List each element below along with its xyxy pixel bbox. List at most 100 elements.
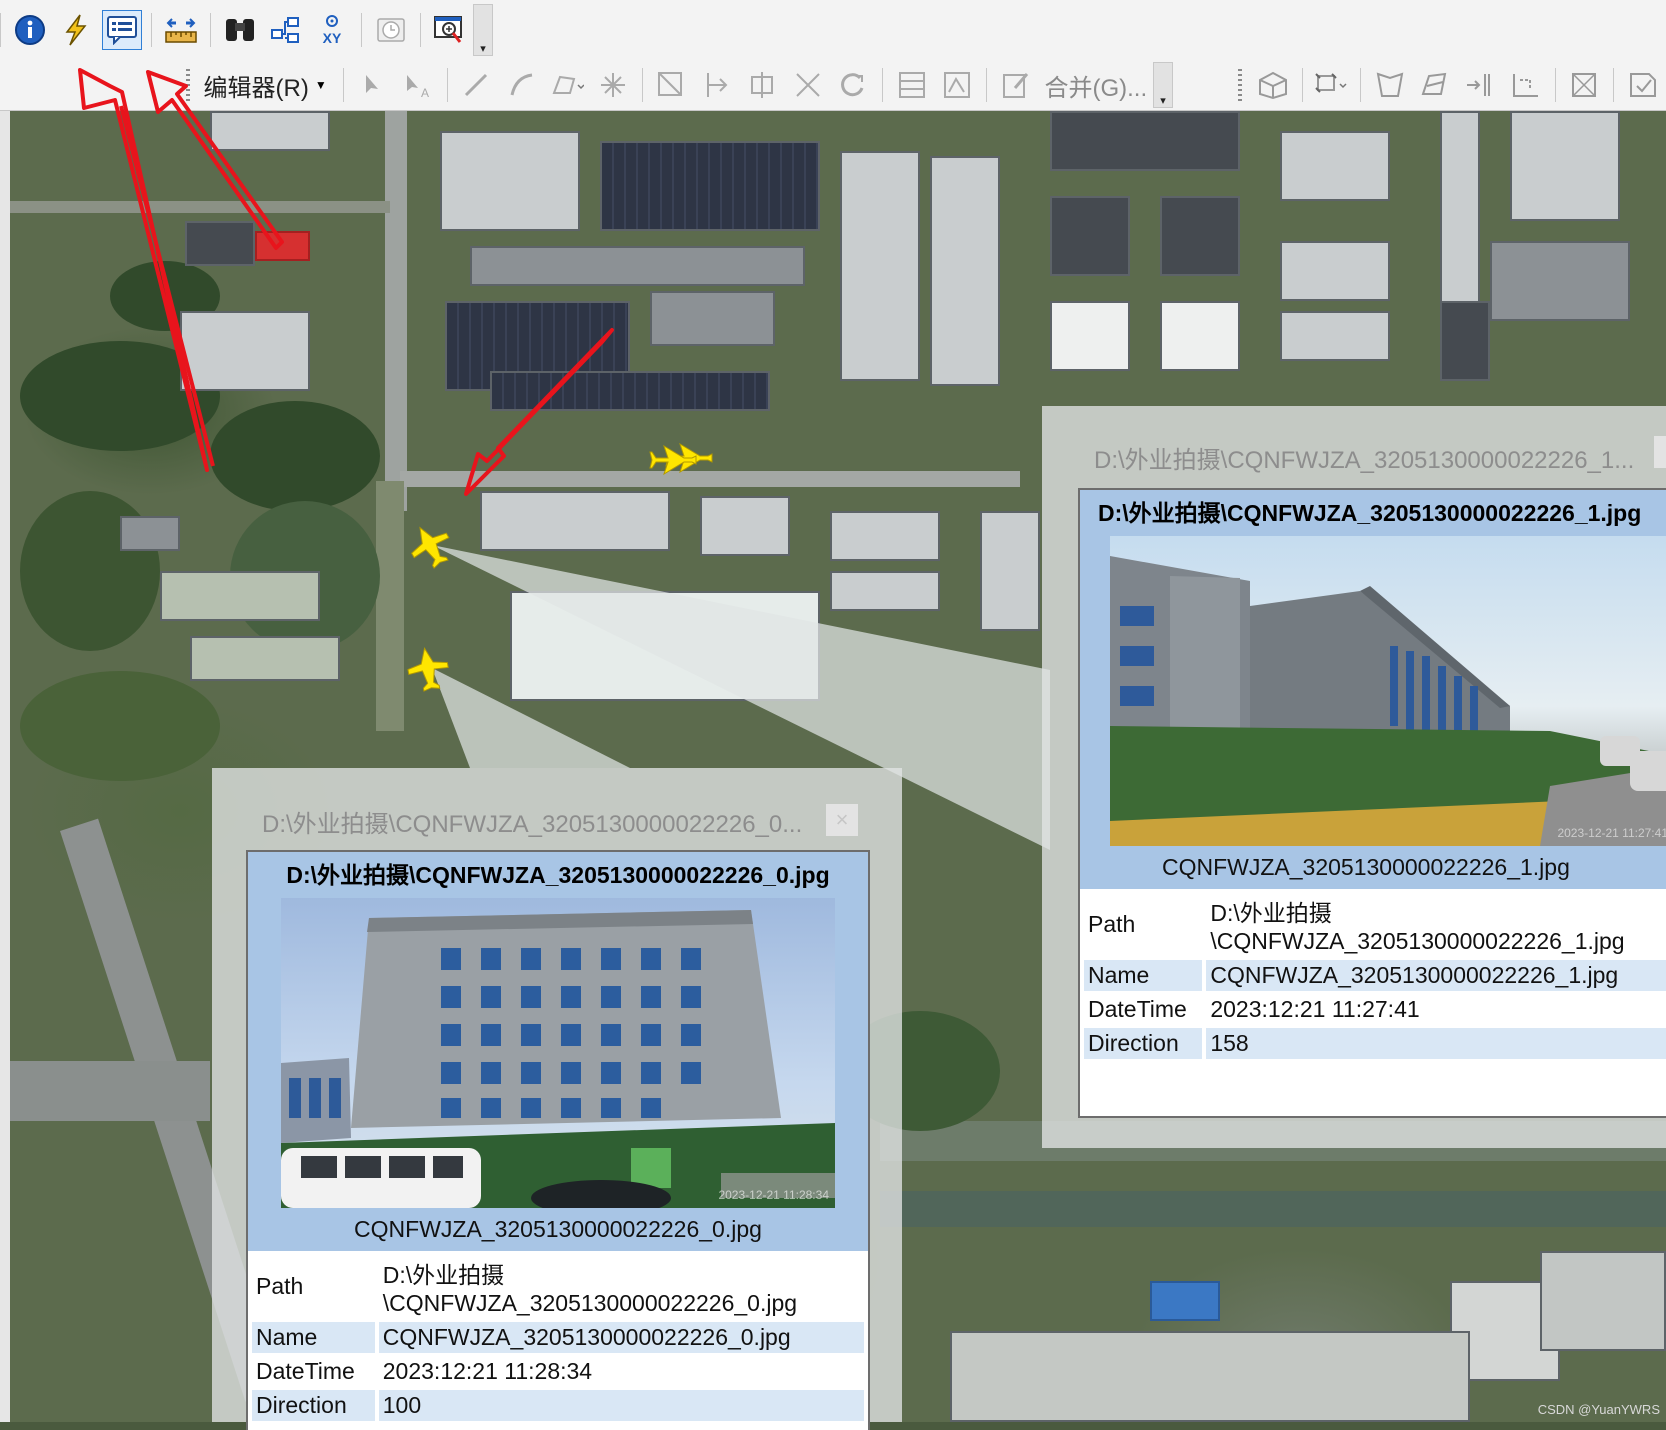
toolbar-grip[interactable] — [1238, 69, 1243, 101]
popup-title[interactable]: D:\外业拍摄\CQNFWJZA_3205130000022226_0... — [262, 804, 822, 839]
building — [1050, 196, 1130, 276]
building — [190, 636, 340, 681]
measure-icon — [165, 18, 197, 43]
chevron-down-icon: ▼ — [314, 78, 327, 92]
topology-edit-tool-button[interactable] — [1312, 65, 1351, 105]
building — [980, 511, 1040, 631]
building — [255, 231, 310, 261]
toolbar-separator — [985, 68, 987, 102]
modify-edge-icon — [1466, 74, 1490, 96]
topology-cube-icon — [1258, 71, 1287, 100]
building — [650, 291, 775, 346]
point-tool-button[interactable] — [593, 65, 632, 105]
find-binoculars-icon — [226, 19, 254, 41]
photo-popup-window-1[interactable]: D:\外业拍摄\CQNFWJZA_3205130000022226_1... D… — [1042, 406, 1666, 1148]
attribute-key: Direction — [252, 1390, 375, 1421]
create-features-button[interactable] — [996, 65, 1035, 105]
edit-tool-button[interactable] — [353, 65, 392, 105]
toolbar-separator — [446, 68, 448, 102]
reshape-edge-button[interactable] — [1415, 65, 1454, 105]
building — [120, 516, 180, 551]
editor-toolbar-overflow-button[interactable]: ▾ — [1153, 62, 1173, 108]
path-line-2: \CQNFWJZA_3205130000022226_1.jpg — [1210, 928, 1625, 954]
building — [830, 571, 940, 611]
split-button[interactable] — [697, 65, 736, 105]
straight-segment-button[interactable] — [457, 65, 496, 105]
toolbar-overflow-button[interactable]: ▾ — [473, 4, 493, 56]
building — [930, 156, 1000, 386]
attributes-button[interactable] — [892, 65, 931, 105]
measure-button[interactable] — [161, 10, 201, 50]
building — [1150, 1281, 1220, 1321]
field-photo[interactable]: 2023-12-21 11:27:41 — [1110, 536, 1666, 846]
time-slider-button[interactable] — [371, 10, 411, 50]
magnifier-window-button[interactable] — [430, 10, 470, 50]
rotate-icon — [841, 73, 864, 97]
toolbar-separator — [1613, 68, 1615, 102]
svg-text:XY: XY — [323, 30, 342, 46]
magnifier-window-icon — [434, 16, 462, 43]
time-slider-icon — [377, 18, 405, 42]
attribute-value: D:\外业拍摄 \CQNFWJZA_3205130000022226_0.jpg — [379, 1254, 864, 1319]
error-inspector-button[interactable] — [1623, 65, 1662, 105]
tree-canopy — [20, 491, 160, 651]
find-button[interactable] — [220, 10, 260, 50]
identify-info-button[interactable] — [10, 10, 50, 50]
building — [1050, 111, 1240, 171]
topology-button[interactable] — [1253, 65, 1292, 105]
building — [1160, 301, 1240, 371]
field-photo[interactable]: 2023-12-21 11:28:34 — [281, 898, 835, 1208]
photo-timestamp: 2023-12-21 11:27:41 — [1557, 826, 1666, 840]
validate-topology-button[interactable] — [1565, 65, 1604, 105]
construction-tools-button[interactable] — [548, 65, 587, 105]
path-line-1: D:\外业拍摄 — [1210, 900, 1332, 926]
building — [950, 1331, 1470, 1422]
sketch-properties-icon — [944, 72, 971, 98]
line-icon — [465, 73, 488, 97]
cut-icon — [751, 72, 774, 98]
edit-annotation-button[interactable]: A — [398, 65, 437, 105]
toolbar-separator — [420, 13, 421, 47]
reshape-edge-icon — [1421, 72, 1447, 95]
building — [1440, 301, 1490, 381]
road — [385, 111, 407, 511]
table-row: DateTime 2023:12:21 11:27:41 — [1084, 994, 1666, 1025]
toolbar-separator — [882, 68, 884, 102]
html-popup-icon — [107, 16, 137, 45]
align-edge-button[interactable] — [1506, 65, 1545, 105]
table-row: Direction 158 — [1084, 1028, 1666, 1059]
attribute-key: Name — [1084, 960, 1203, 991]
rotate-button[interactable] — [834, 65, 873, 105]
toolbar-grip[interactable] — [185, 69, 190, 101]
building — [1160, 196, 1240, 276]
popup-content: D:\外业拍摄\CQNFWJZA_3205130000022226_0.jpg — [246, 850, 870, 1430]
map-topology-button[interactable] — [1370, 65, 1409, 105]
popup-header: D:\外业拍摄\CQNFWJZA_3205130000022226_0.jpg — [248, 852, 868, 1251]
html-popup-button[interactable] — [102, 10, 142, 50]
popup-title[interactable]: D:\外业拍摄\CQNFWJZA_3205130000022226_1... — [1094, 440, 1666, 475]
close-icon[interactable]: × — [826, 804, 858, 836]
toolbar-separator — [641, 68, 643, 102]
hyperlink-button[interactable] — [56, 10, 96, 50]
merge-menu[interactable]: 合并(G)... — [1038, 68, 1153, 103]
go-to-xy-button[interactable]: XY — [312, 10, 352, 50]
building — [830, 511, 940, 561]
modify-edge-button[interactable] — [1461, 65, 1500, 105]
editor-toolbar: 编辑器(R) ▼ A 合并(G)... ▾ — [0, 60, 1666, 111]
error-inspector-icon — [1630, 73, 1657, 97]
cut-polygon-button[interactable] — [743, 65, 782, 105]
polygon-vertex-icon — [552, 75, 585, 94]
attribute-table: Path D:\外业拍摄 \CQNFWJZA_3205130000022226_… — [248, 1251, 868, 1424]
photo-popup-window-0[interactable]: D:\外业拍摄\CQNFWJZA_3205130000022226_0... ×… — [212, 768, 902, 1430]
sketch-properties-button[interactable] — [938, 65, 977, 105]
editor-menu[interactable]: 编辑器(R) — [198, 68, 315, 103]
close-icon[interactable] — [1654, 436, 1666, 468]
table-row: DateTime 2023:12:21 11:28:34 — [252, 1356, 864, 1387]
split-line-button[interactable] — [788, 65, 827, 105]
path-line-1: D:\外业拍摄 — [382, 1262, 505, 1288]
find-route-button[interactable] — [266, 10, 306, 50]
reshape-button[interactable] — [652, 65, 691, 105]
building — [470, 246, 805, 286]
arc-segment-button[interactable] — [502, 65, 541, 105]
table-row: Path D:\外业拍摄 \CQNFWJZA_3205130000022226_… — [1084, 892, 1666, 957]
